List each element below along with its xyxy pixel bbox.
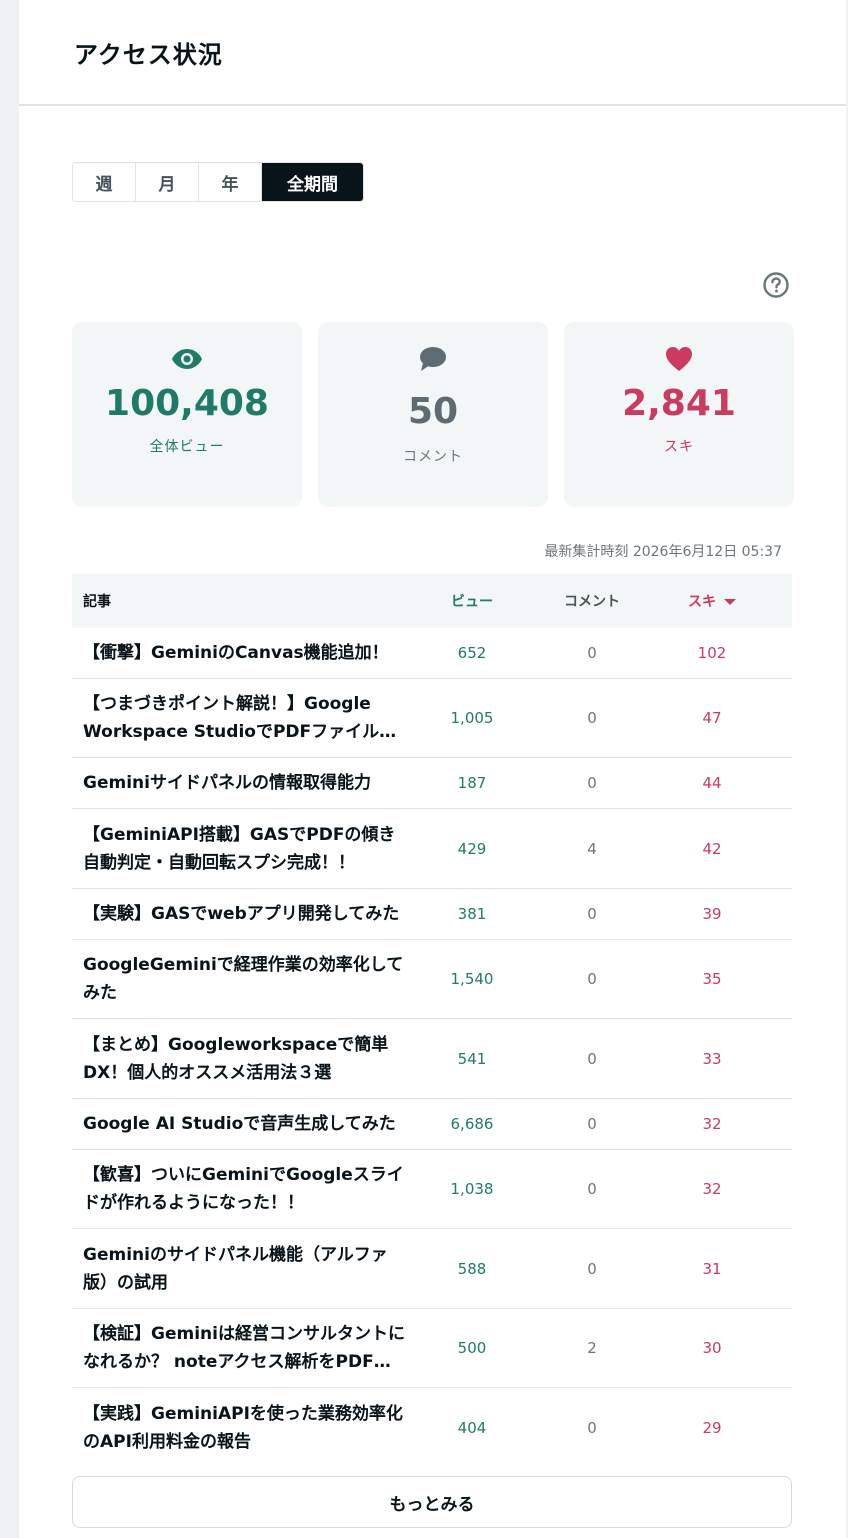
tab-month[interactable]: 月 xyxy=(136,163,199,201)
row-views: 404 xyxy=(457,1418,487,1437)
row-comments: 0 xyxy=(587,970,597,988)
row-comments: 0 xyxy=(587,644,597,662)
row-comments: 0 xyxy=(587,1115,597,1133)
row-views: 652 xyxy=(457,644,487,662)
row-views: 541 xyxy=(457,1049,487,1068)
row-views: 500 xyxy=(457,1339,487,1357)
row-views: 6,686 xyxy=(450,1115,494,1133)
speech-bubble-icon xyxy=(419,346,447,372)
header-article: 記事 xyxy=(83,594,111,610)
row-likes: 32 xyxy=(702,1115,722,1133)
row-likes: 44 xyxy=(702,774,722,792)
heart-icon xyxy=(665,346,693,372)
tab-all-time[interactable]: 全期間 xyxy=(262,163,363,201)
row-likes: 31 xyxy=(702,1259,722,1278)
header-views[interactable]: ビュー xyxy=(412,591,532,611)
row-likes: 102 xyxy=(697,644,727,662)
row-title[interactable]: 【GeminiAPI搭載】GASでPDFの傾き自動判定・自動回転スプシ完成！！ xyxy=(72,821,412,877)
comments-total: 50 xyxy=(407,391,459,432)
row-comments: 0 xyxy=(587,1180,597,1198)
row-comments: 0 xyxy=(587,1418,597,1437)
row-views: 1,005 xyxy=(450,709,494,727)
views-total: 100,408 xyxy=(105,383,269,424)
header-likes-label: スキ xyxy=(688,594,716,610)
header-likes[interactable]: スキ xyxy=(652,591,772,611)
row-likes: 32 xyxy=(702,1180,722,1198)
likes-card: 2,841 スキ xyxy=(564,322,794,507)
row-comments: 4 xyxy=(587,839,597,858)
table-row[interactable]: 【実践】GeminiAPIを使った業務効率化のAPI利用料金の報告 404 0 … xyxy=(72,1388,792,1467)
row-likes: 30 xyxy=(702,1339,722,1357)
row-likes: 47 xyxy=(702,709,722,727)
row-title[interactable]: 【まとめ】Googleworkspaceで簡単DX！個人的オススメ活用法３選 xyxy=(72,1031,412,1087)
row-views: 429 xyxy=(457,839,487,858)
eye-icon xyxy=(171,346,203,372)
row-comments: 2 xyxy=(587,1339,597,1357)
table-row[interactable]: 【まとめ】Googleworkspaceで簡単DX！個人的オススメ活用法３選 5… xyxy=(72,1019,792,1099)
page-header: アクセス状況 xyxy=(19,0,846,106)
row-title[interactable]: 【検証】Geminiは経営コンサルタントになれるか？ noteアクセス解析をPD… xyxy=(72,1320,412,1376)
row-title[interactable]: 【衝撃】GeminiのCanvas機能追加！ xyxy=(72,639,412,667)
table-row[interactable]: 【歓喜】ついにGeminiでGoogleスライドが作れるようになった！！ 1,0… xyxy=(72,1150,792,1229)
row-title[interactable]: 【実験】GASでwebアプリ開発してみた xyxy=(72,900,412,928)
row-title[interactable]: Geminiサイドパネルの情報取得能力 xyxy=(72,769,412,797)
row-title[interactable]: GoogleGeminiで経理作業の効率化してみた xyxy=(72,951,412,1007)
show-more-button[interactable]: もっとみる xyxy=(72,1476,792,1528)
row-views: 381 xyxy=(457,905,487,923)
row-title[interactable]: Google AI Studioで音声生成してみた xyxy=(72,1110,412,1138)
access-panel: アクセス状況 週 月 年 全期間 100,408 全体ビュー 50 コメント 2… xyxy=(19,0,846,1538)
last-updated: 最新集計時刻 2026年6月12日 05:37 xyxy=(544,544,782,560)
table-row[interactable]: Geminiサイドパネルの情報取得能力 187 0 44 xyxy=(72,758,792,809)
row-comments: 0 xyxy=(587,774,597,792)
row-likes: 29 xyxy=(702,1418,722,1437)
row-likes: 42 xyxy=(702,839,722,858)
tab-year[interactable]: 年 xyxy=(199,163,262,201)
comments-label: コメント xyxy=(403,449,463,465)
table-row[interactable]: GoogleGeminiで経理作業の効率化してみた 1,540 0 35 xyxy=(72,940,792,1019)
row-comments: 0 xyxy=(587,1049,597,1068)
row-views: 187 xyxy=(457,774,487,792)
table-header: 記事 ビュー コメント スキ xyxy=(72,574,792,628)
comments-card: 50 コメント xyxy=(318,322,548,507)
row-comments: 0 xyxy=(587,709,597,727)
sort-desc-icon xyxy=(724,599,736,605)
table-row[interactable]: Geminiのサイドパネル機能（アルファ版）の試用 588 0 31 xyxy=(72,1229,792,1309)
tab-week[interactable]: 週 xyxy=(73,163,136,201)
table-row[interactable]: 【GeminiAPI搭載】GASでPDFの傾き自動判定・自動回転スプシ完成！！ … xyxy=(72,809,792,889)
page-title: アクセス状況 xyxy=(74,40,223,69)
likes-total: 2,841 xyxy=(622,383,736,424)
row-likes: 39 xyxy=(702,905,722,923)
row-views: 588 xyxy=(457,1259,487,1278)
row-likes: 35 xyxy=(702,970,722,988)
stats-cards: 100,408 全体ビュー 50 コメント 2,841 スキ xyxy=(72,322,794,507)
row-comments: 0 xyxy=(587,905,597,923)
articles-table: 記事 ビュー コメント スキ 【衝撃】GeminiのCanvas機能追加！ 65… xyxy=(72,574,792,1467)
table-row[interactable]: Google AI Studioで音声生成してみた 6,686 0 32 xyxy=(72,1099,792,1150)
table-row[interactable]: 【実験】GASでwebアプリ開発してみた 381 0 39 xyxy=(72,889,792,940)
question-circle-icon[interactable] xyxy=(762,271,790,299)
table-row[interactable]: 【衝撃】GeminiのCanvas機能追加！ 652 0 102 xyxy=(72,628,792,679)
header-comments[interactable]: コメント xyxy=(532,591,652,611)
likes-label: スキ xyxy=(664,439,694,455)
row-likes: 33 xyxy=(702,1049,722,1068)
row-title[interactable]: Geminiのサイドパネル機能（アルファ版）の試用 xyxy=(72,1241,412,1297)
table-row[interactable]: 【つまづきポイント解説！】Google Workspace StudioでPDF… xyxy=(72,679,792,758)
row-title[interactable]: 【実践】GeminiAPIを使った業務効率化のAPI利用料金の報告 xyxy=(72,1400,412,1456)
row-views: 1,038 xyxy=(450,1180,494,1198)
row-title[interactable]: 【歓喜】ついにGeminiでGoogleスライドが作れるようになった！！ xyxy=(72,1161,412,1217)
views-label: 全体ビュー xyxy=(149,439,225,455)
row-views: 1,540 xyxy=(450,970,494,988)
table-row[interactable]: 【検証】Geminiは経営コンサルタントになれるか？ noteアクセス解析をPD… xyxy=(72,1309,792,1388)
row-title[interactable]: 【つまづきポイント解説！】Google Workspace StudioでPDF… xyxy=(72,690,412,746)
period-tabs: 週 月 年 全期間 xyxy=(72,162,364,202)
views-card: 100,408 全体ビュー xyxy=(72,322,302,507)
row-comments: 0 xyxy=(587,1259,597,1278)
